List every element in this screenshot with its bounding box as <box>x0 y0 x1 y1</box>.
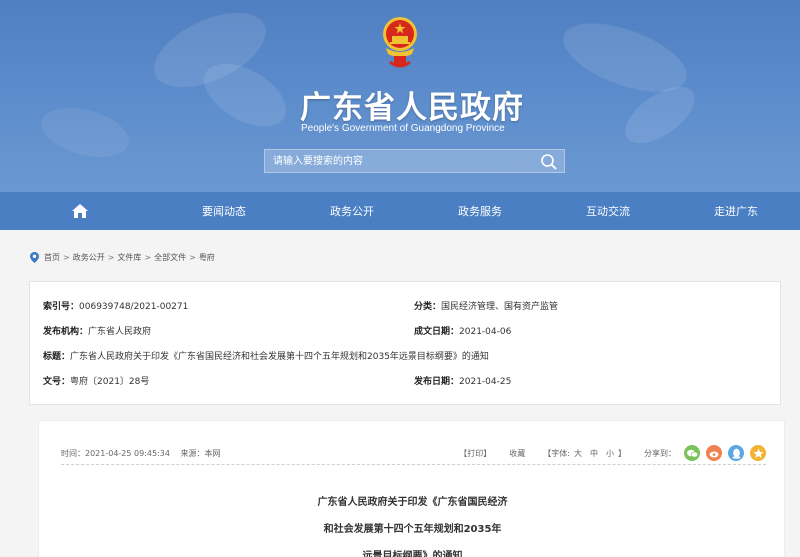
breadcrumb-home[interactable]: 首页 <box>44 252 60 263</box>
breadcrumb-government-affairs[interactable]: 政务公开 <box>73 252 105 263</box>
info-published-value: 2021-04-25 <box>459 377 512 387</box>
search-box <box>264 149 565 173</box>
article-card: 时间：2021-04-25 09:45:34 来源：本网 【打印】 收藏 【字体… <box>38 420 785 557</box>
info-docno-value: 粤府〔2021〕28号 <box>70 377 150 387</box>
info-written-date: 成文日期：2021-04-06 <box>414 324 511 337</box>
info-title-value: 广东省人民政府关于印发《广东省国民经济和社会发展第十四个五年规划和2035年远景… <box>70 352 489 362</box>
home-icon <box>72 204 88 218</box>
document-info-card: 索引号：006939748/2021-00271 分类：国民经济管理、国有资产监… <box>29 281 781 405</box>
share-label: 分享到： <box>644 448 676 458</box>
info-written-value: 2021-04-06 <box>459 327 512 337</box>
search-input[interactable] <box>273 150 523 172</box>
info-written-label: 成文日期： <box>414 327 460 337</box>
info-publisher-value: 广东省人民政府 <box>88 327 152 337</box>
breadcrumb-separator: > <box>144 252 152 262</box>
print-button[interactable]: 【打印】 <box>459 448 491 459</box>
article-source: 来源：本网 <box>180 449 221 458</box>
info-index: 索引号：006939748/2021-00271 <box>43 299 188 312</box>
breadcrumb: 首页 > 政务公开 > 文件库 > 全部文件 > 粤府 <box>30 250 215 264</box>
article-meta-left: 时间：2021-04-25 09:45:34 来源：本网 <box>61 448 221 459</box>
nav-item-interaction[interactable]: 互动交流 <box>544 192 672 230</box>
site-subtitle: People's Government of Guangdong Provinc… <box>301 123 505 134</box>
info-published-date: 发布日期：2021-04-25 <box>414 374 511 387</box>
main-nav: 要闻动态 政务公开 政务服务 互动交流 走进广东 <box>0 192 800 230</box>
nav-item-about-guangdong[interactable]: 走进广东 <box>672 192 800 230</box>
favorite-button[interactable]: 收藏 <box>509 448 525 459</box>
article-meta-bar: 时间：2021-04-25 09:45:34 来源：本网 【打印】 收藏 【字体… <box>61 443 766 465</box>
info-publisher: 发布机构：广东省人民政府 <box>43 324 151 337</box>
nav-item-services[interactable]: 政务服务 <box>416 192 544 230</box>
info-category-value: 国民经济管理、国有资产监管 <box>441 302 559 312</box>
info-title-label: 标题： <box>43 352 71 362</box>
font-size-selector: 【字体: 大中小】 <box>543 448 626 459</box>
nav-item-government-affairs[interactable]: 政务公开 <box>288 192 416 230</box>
font-size-medium[interactable]: 中 <box>590 449 598 458</box>
font-size-small[interactable]: 小 <box>606 449 614 458</box>
breadcrumb-separator: > <box>107 252 115 262</box>
info-document-number: 文号：粤府〔2021〕28号 <box>43 374 149 387</box>
info-index-value: 006939748/2021-00271 <box>79 302 189 312</box>
info-category: 分类：国民经济管理、国有资产监管 <box>414 299 558 312</box>
search-icon[interactable] <box>540 153 558 171</box>
breadcrumb-separator: > <box>189 252 196 262</box>
font-size-label: 【字体: <box>543 448 570 458</box>
info-title: 标题：广东省人民政府关于印发《广东省国民经济和社会发展第十四个五年规划和2035… <box>43 349 489 362</box>
info-publisher-label: 发布机构： <box>43 327 89 337</box>
breadcrumb-file-library[interactable]: 文件库 <box>117 252 141 263</box>
font-size-large[interactable]: 大 <box>574 449 582 458</box>
nav-home[interactable] <box>0 192 160 230</box>
breadcrumb-current[interactable]: 粤府 <box>199 252 215 263</box>
qq-share-icon[interactable] <box>728 445 744 461</box>
national-emblem-icon <box>383 17 417 68</box>
info-category-label: 分类： <box>414 302 442 312</box>
nav-item-news[interactable]: 要闻动态 <box>160 192 288 230</box>
info-index-label: 索引号： <box>43 302 80 312</box>
info-docno-label: 文号： <box>43 377 71 387</box>
breadcrumb-all-files[interactable]: 全部文件 <box>154 252 186 263</box>
decorative-petal <box>35 99 135 166</box>
location-pin-icon <box>30 251 39 263</box>
font-size-close: 】 <box>618 448 626 458</box>
article-title-line-3: 远景目标纲要》的通知 <box>362 551 463 557</box>
qzone-share-icon[interactable] <box>750 445 766 461</box>
article-meta-right: 【打印】 收藏 【字体: 大中小】 分享到： <box>441 445 766 461</box>
article-title-line-2: 和社会发展第十四个五年规划和2035年 <box>323 524 502 535</box>
wechat-share-icon[interactable] <box>684 445 700 461</box>
info-published-label: 发布日期： <box>414 377 460 387</box>
breadcrumb-separator: > <box>63 252 70 262</box>
site-title[interactable]: 广东省人民政府 <box>300 82 530 127</box>
article-title-line-1: 广东省人民政府关于印发《广东省国民经济 <box>317 497 508 508</box>
weibo-share-icon[interactable] <box>706 445 722 461</box>
site-header: 广东省人民政府 People's Government of Guangdong… <box>0 0 800 192</box>
article-time: 时间：2021-04-25 09:45:34 <box>61 449 170 458</box>
